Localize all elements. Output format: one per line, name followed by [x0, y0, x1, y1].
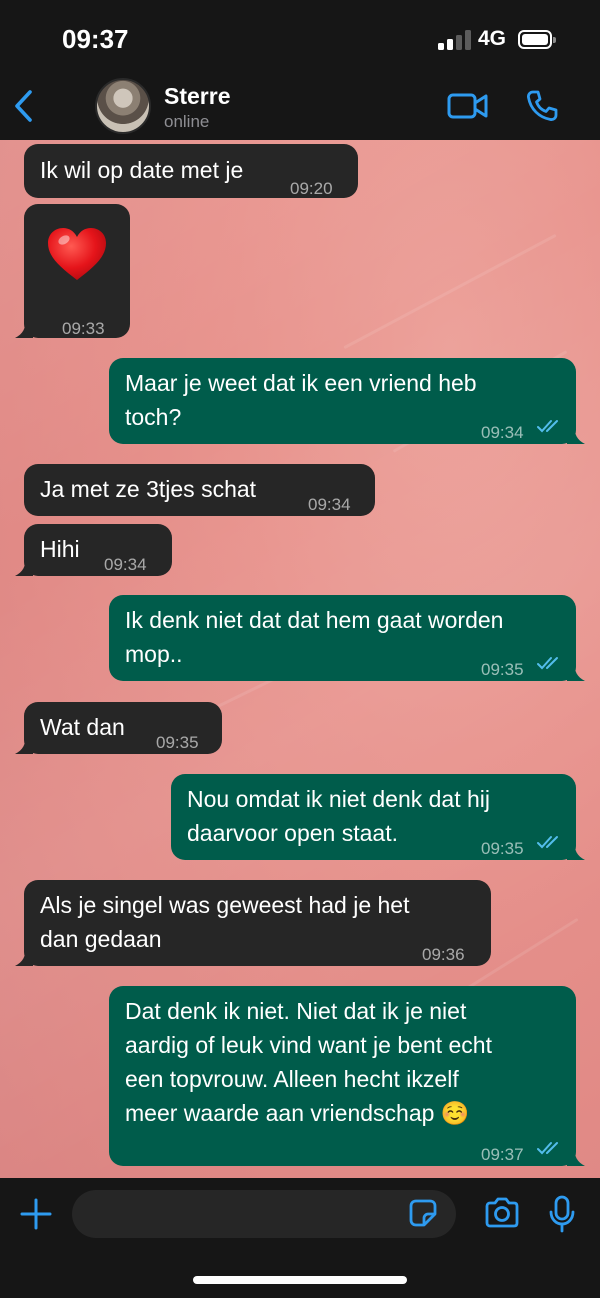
message-time: 09:35: [481, 839, 524, 858]
message-time: 09:34: [308, 495, 351, 514]
back-chevron-icon[interactable]: [10, 88, 40, 124]
message-text: Maar je weet dat ik een vriend heb toch?: [125, 370, 477, 430]
message-time: 09:33: [62, 319, 105, 338]
contact-name[interactable]: Sterre: [164, 83, 230, 110]
bubble-tail: [15, 320, 33, 338]
message-time: 09:34: [104, 555, 147, 574]
sticker-icon[interactable]: [408, 1198, 438, 1228]
message-text: Ik wil op date met je: [40, 157, 244, 183]
bubble-tail: [15, 558, 33, 576]
message-text: Als je singel was geweest had je het dan…: [40, 892, 410, 952]
message-input-bar: [0, 1178, 600, 1298]
message-incoming[interactable]: Wat dan 09:35: [15, 702, 222, 754]
message-text: Dat denk ik niet. Niet dat ik je niet aa…: [125, 998, 492, 1126]
message-incoming[interactable]: Ja met ze 3tjes schat 09:34: [24, 464, 375, 516]
message-outgoing[interactable]: Ik denk niet dat dat hem gaat worden mop…: [109, 595, 585, 681]
message-time: 09:36: [422, 945, 465, 964]
red-heart-emoji-icon: [48, 228, 106, 280]
message-outgoing[interactable]: Nou omdat ik niet denk dat hij daarvoor …: [171, 774, 585, 860]
status-time: 09:37: [62, 24, 129, 54]
message-input[interactable]: [72, 1190, 456, 1238]
chat-area[interactable]: Ik wil op date met je 09:20 09:33 Maar j…: [0, 140, 600, 1178]
read-ticks-icon: [537, 420, 558, 433]
bubble-tail: [15, 736, 33, 754]
message-outgoing[interactable]: Maar je weet dat ik een vriend heb toch?…: [109, 358, 585, 444]
message-time: 09:20: [290, 179, 333, 198]
bubble-tail: [567, 426, 585, 444]
plus-icon[interactable]: [20, 1198, 52, 1230]
signal-icon: [438, 30, 472, 50]
message-time: 09:34: [481, 423, 524, 442]
message-text: Ja met ze 3tjes schat: [40, 476, 257, 502]
message-text: Nou omdat ik niet denk dat hij daarvoor …: [187, 786, 491, 846]
contact-status: online: [164, 112, 210, 131]
bubble-tail: [567, 1148, 585, 1166]
message-time: 09:35: [481, 660, 524, 679]
network-type: 4G: [478, 27, 507, 50]
status-bar: 09:37 4G: [0, 0, 600, 70]
message-incoming[interactable]: Als je singel was geweest had je het dan…: [15, 880, 491, 966]
phone-call-icon[interactable]: [524, 88, 560, 124]
bubble-tail: [567, 842, 585, 860]
microphone-icon[interactable]: [548, 1195, 576, 1233]
read-ticks-icon: [537, 1142, 558, 1155]
bubble-tail: [567, 663, 585, 681]
bubble-tail: [15, 948, 33, 966]
battery-icon: [518, 30, 556, 49]
message-incoming[interactable]: 09:33: [15, 204, 130, 338]
contact-avatar[interactable]: [95, 78, 151, 134]
message-incoming[interactable]: Ik wil op date met je 09:20: [24, 144, 358, 198]
camera-icon[interactable]: [484, 1197, 520, 1229]
message-text: Wat dan: [40, 714, 125, 740]
message-incoming[interactable]: Hihi 09:34: [15, 524, 172, 576]
message-time: 09:37: [481, 1145, 524, 1164]
video-call-icon[interactable]: [446, 90, 490, 122]
message-text: Hihi: [40, 536, 80, 562]
message-outgoing[interactable]: Dat denk ik niet. Niet dat ik je niet aa…: [109, 986, 585, 1166]
chat-header: Sterre online: [0, 70, 600, 140]
home-indicator[interactable]: [193, 1276, 407, 1284]
wallpaper-streak: [343, 233, 557, 350]
message-text: Ik denk niet dat dat hem gaat worden mop…: [125, 607, 504, 667]
read-ticks-icon: [537, 657, 558, 670]
read-ticks-icon: [537, 836, 558, 849]
message-time: 09:35: [156, 733, 199, 752]
